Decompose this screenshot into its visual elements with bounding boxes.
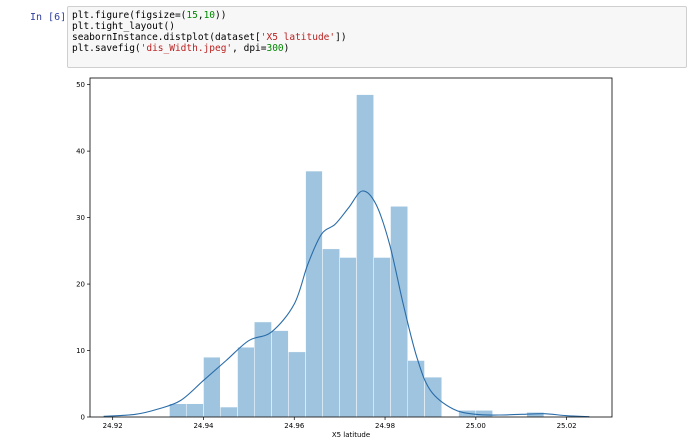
histogram-bars (169, 94, 545, 418)
code-text: seabornInstance.distplot(dataset[ (72, 32, 261, 43)
code-number: 10 (203, 10, 216, 21)
code-line-3: seabornInstance.distplot(dataset['X5 lat… (72, 32, 682, 43)
histogram-bar (407, 360, 425, 418)
code-line-4: plt.savefig('dis_Width.jpeg', dpi=300) (72, 43, 682, 54)
histogram-bar (526, 412, 545, 418)
histogram-bar (373, 257, 391, 418)
x-tick-label: 24.92 (103, 422, 123, 430)
code-string: 'dis_Width.jpeg' (140, 43, 233, 54)
histogram-bar (322, 248, 340, 418)
code-text: ]) (335, 32, 347, 43)
code-text: )) (215, 10, 227, 21)
histogram-bar (169, 403, 187, 418)
histogram-bar (356, 94, 374, 418)
code-text: plt.figure(figsize=( (72, 10, 187, 21)
histogram-bar (424, 376, 443, 418)
y-tick-label: 40 (76, 148, 85, 156)
x-tick-label: 25.00 (466, 422, 486, 430)
histogram-bar (305, 170, 323, 418)
cell-output: 24.92 24.94 24.96 24.98 25.00 25.02 0 10 20 30 40… (0, 70, 700, 444)
cell-prompt: In [6]: (30, 12, 73, 23)
histogram-bar (203, 356, 221, 418)
y-axis-ticks: 0 10 20 30 40 50 (76, 81, 90, 422)
x-tick-label: 24.96 (284, 422, 305, 430)
y-tick-label: 10 (76, 347, 85, 355)
x-tick-label: 24.98 (375, 422, 395, 430)
code-text: plt.tight_layout() (72, 21, 175, 32)
x-tick-label: 25.02 (557, 422, 577, 430)
y-tick-label: 50 (76, 81, 85, 89)
x-axis-label: X5 latitude (332, 431, 370, 439)
histogram-bar (271, 330, 289, 418)
histogram-bar (237, 346, 255, 418)
y-tick-label: 20 (76, 281, 85, 289)
code-line-1: plt.figure(figsize=(15,10)) (72, 10, 682, 21)
y-tick-label: 0 (81, 414, 85, 422)
code-string: 'X5 latitude' (260, 32, 336, 43)
code-text: ) (283, 43, 290, 54)
y-tick-label: 30 (76, 214, 85, 222)
code-line-2: plt.tight_layout() (72, 21, 682, 32)
histogram-bar (185, 403, 204, 418)
x-tick-label: 24.94 (193, 422, 214, 430)
histogram-bar (475, 410, 493, 418)
code-text: , dpi= (232, 43, 267, 54)
code-number: 300 (266, 43, 284, 54)
histogram-bar (288, 351, 306, 418)
histogram-bar (339, 257, 357, 418)
x-axis-ticks: 24.92 24.94 24.96 24.98 25.00 25.02 (103, 417, 577, 430)
histogram-chart: 24.92 24.94 24.96 24.98 25.00 25.02 0 10 20 30 40… (76, 77, 613, 439)
code-text: plt.savefig( (72, 43, 141, 54)
histogram-bar (220, 406, 238, 418)
code-cell-input[interactable]: plt.figure(figsize=(15,10)) plt.tight_la… (67, 6, 687, 68)
code-number: 15 (186, 10, 198, 21)
